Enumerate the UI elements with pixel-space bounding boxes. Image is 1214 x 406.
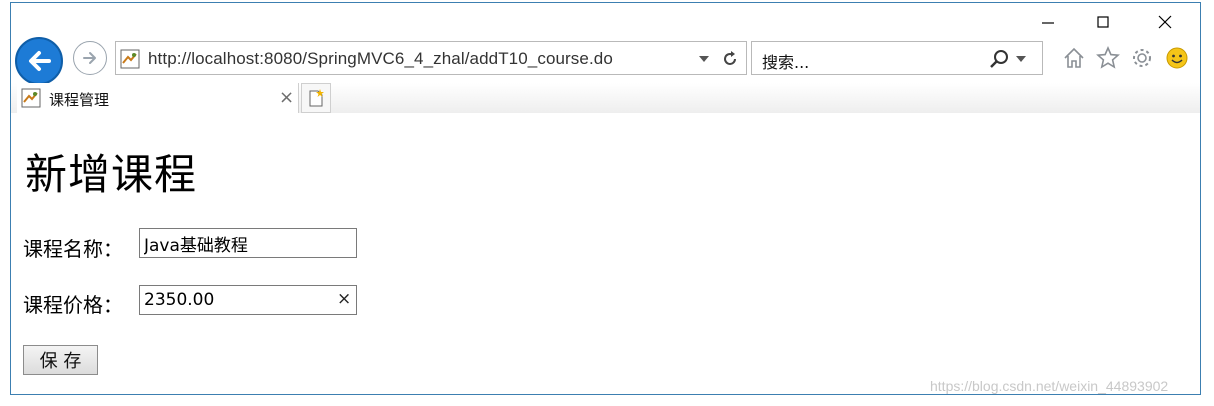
back-button[interactable]	[15, 37, 63, 85]
save-button[interactable]: 保 存	[23, 345, 98, 375]
close-window-button[interactable]	[1142, 9, 1188, 35]
maximize-icon	[1097, 16, 1109, 28]
course-name-label: 课程名称：	[23, 237, 123, 261]
favorites-button[interactable]	[1095, 45, 1121, 71]
maximize-button[interactable]	[1080, 9, 1126, 35]
forward-icon	[83, 52, 96, 64]
tab-label: 课程管理	[49, 91, 110, 109]
back-icon	[29, 51, 51, 71]
clear-input-button[interactable]: ×	[337, 289, 351, 309]
minimize-icon	[1042, 22, 1054, 24]
tab-close-button[interactable]: ×	[279, 87, 294, 108]
address-bar[interactable]: http://localhost:8080/SpringMVC6_4_zhal/…	[115, 41, 747, 75]
course-price-input[interactable]	[139, 285, 357, 315]
page-title: 新增课程	[25, 150, 198, 199]
browser-window: http://localhost:8080/SpringMVC6_4_zhal/…	[10, 2, 1201, 395]
forward-button[interactable]	[73, 41, 107, 75]
minimize-button[interactable]	[1025, 9, 1071, 35]
settings-button[interactable]	[1129, 45, 1155, 71]
new-tab-button[interactable]	[301, 83, 331, 113]
tab-course-management[interactable]: 课程管理 ×	[17, 83, 299, 113]
tab-favicon	[21, 88, 41, 108]
feedback-button[interactable]	[1164, 45, 1190, 71]
refresh-button[interactable]	[719, 48, 741, 70]
chevron-down-icon	[699, 56, 709, 62]
close-icon	[1158, 15, 1172, 29]
watermark: https://blog.csdn.net/weixin_44893902	[930, 378, 1169, 394]
smiley-icon	[1166, 47, 1188, 69]
address-url[interactable]: http://localhost:8080/SpringMVC6_4_zhal/…	[148, 49, 613, 69]
search-box[interactable]: 搜索...	[751, 41, 1043, 75]
course-price-label: 课程价格：	[23, 293, 123, 317]
search-dropdown[interactable]	[1014, 50, 1028, 68]
page-favicon	[120, 49, 140, 69]
new-tab-icon	[309, 89, 324, 107]
address-dropdown[interactable]	[696, 50, 712, 68]
page-content: 新增课程 课程名称： 课程价格： × 保 存	[11, 113, 1200, 394]
star-icon	[1096, 46, 1120, 69]
gear-icon	[1133, 49, 1151, 67]
course-name-input[interactable]	[139, 228, 357, 258]
search-icon[interactable]	[988, 48, 1010, 70]
chevron-down-icon	[1016, 56, 1026, 62]
tab-bar: 课程管理 ×	[11, 83, 1200, 113]
home-icon	[1064, 47, 1084, 68]
home-button[interactable]	[1061, 45, 1087, 71]
search-placeholder[interactable]: 搜索...	[762, 49, 809, 73]
refresh-icon	[724, 51, 736, 65]
